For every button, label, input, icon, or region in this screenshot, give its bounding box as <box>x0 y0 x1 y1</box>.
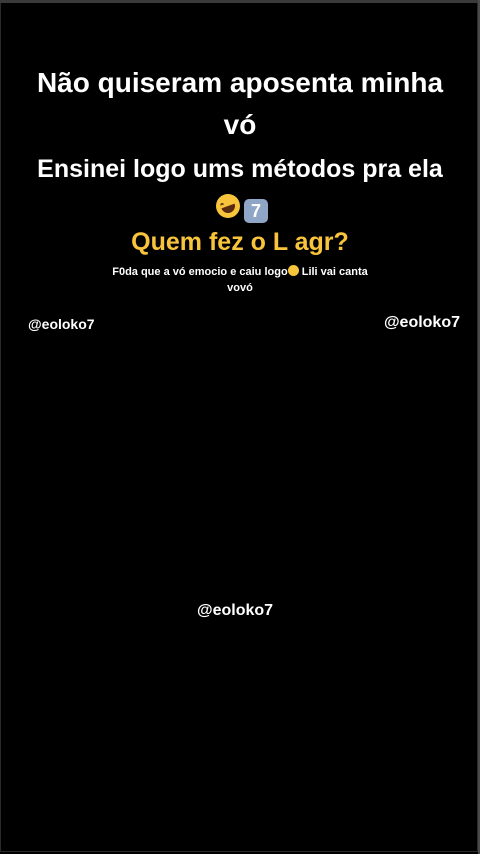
small-caption-part1: F0da que a vó emocio e caiu logo <box>112 266 288 278</box>
story-subline-text: Ensinei logo ums métodos pra ela <box>37 155 443 183</box>
handle-watermark-left: @eoloko7 <box>28 316 95 332</box>
handle-watermark-right: @eoloko7 <box>383 314 460 331</box>
keycap-seven-icon: 7 <box>244 199 268 223</box>
rolling-laughing-icon <box>212 190 244 222</box>
story-subline: Ensinei logo ums métodos pra ela 7 <box>20 150 460 226</box>
small-caption: F0da que a vó emocio e caiu logo Lili va… <box>100 264 380 296</box>
drooling-face-icon <box>287 265 299 276</box>
story-headline: Não quiseram aposenta minha vó <box>36 67 444 140</box>
yellow-caption: Quem fez o L agr? <box>131 228 349 256</box>
top-edge <box>0 0 480 3</box>
handle-watermark-center: @eoloko7 <box>196 602 274 619</box>
